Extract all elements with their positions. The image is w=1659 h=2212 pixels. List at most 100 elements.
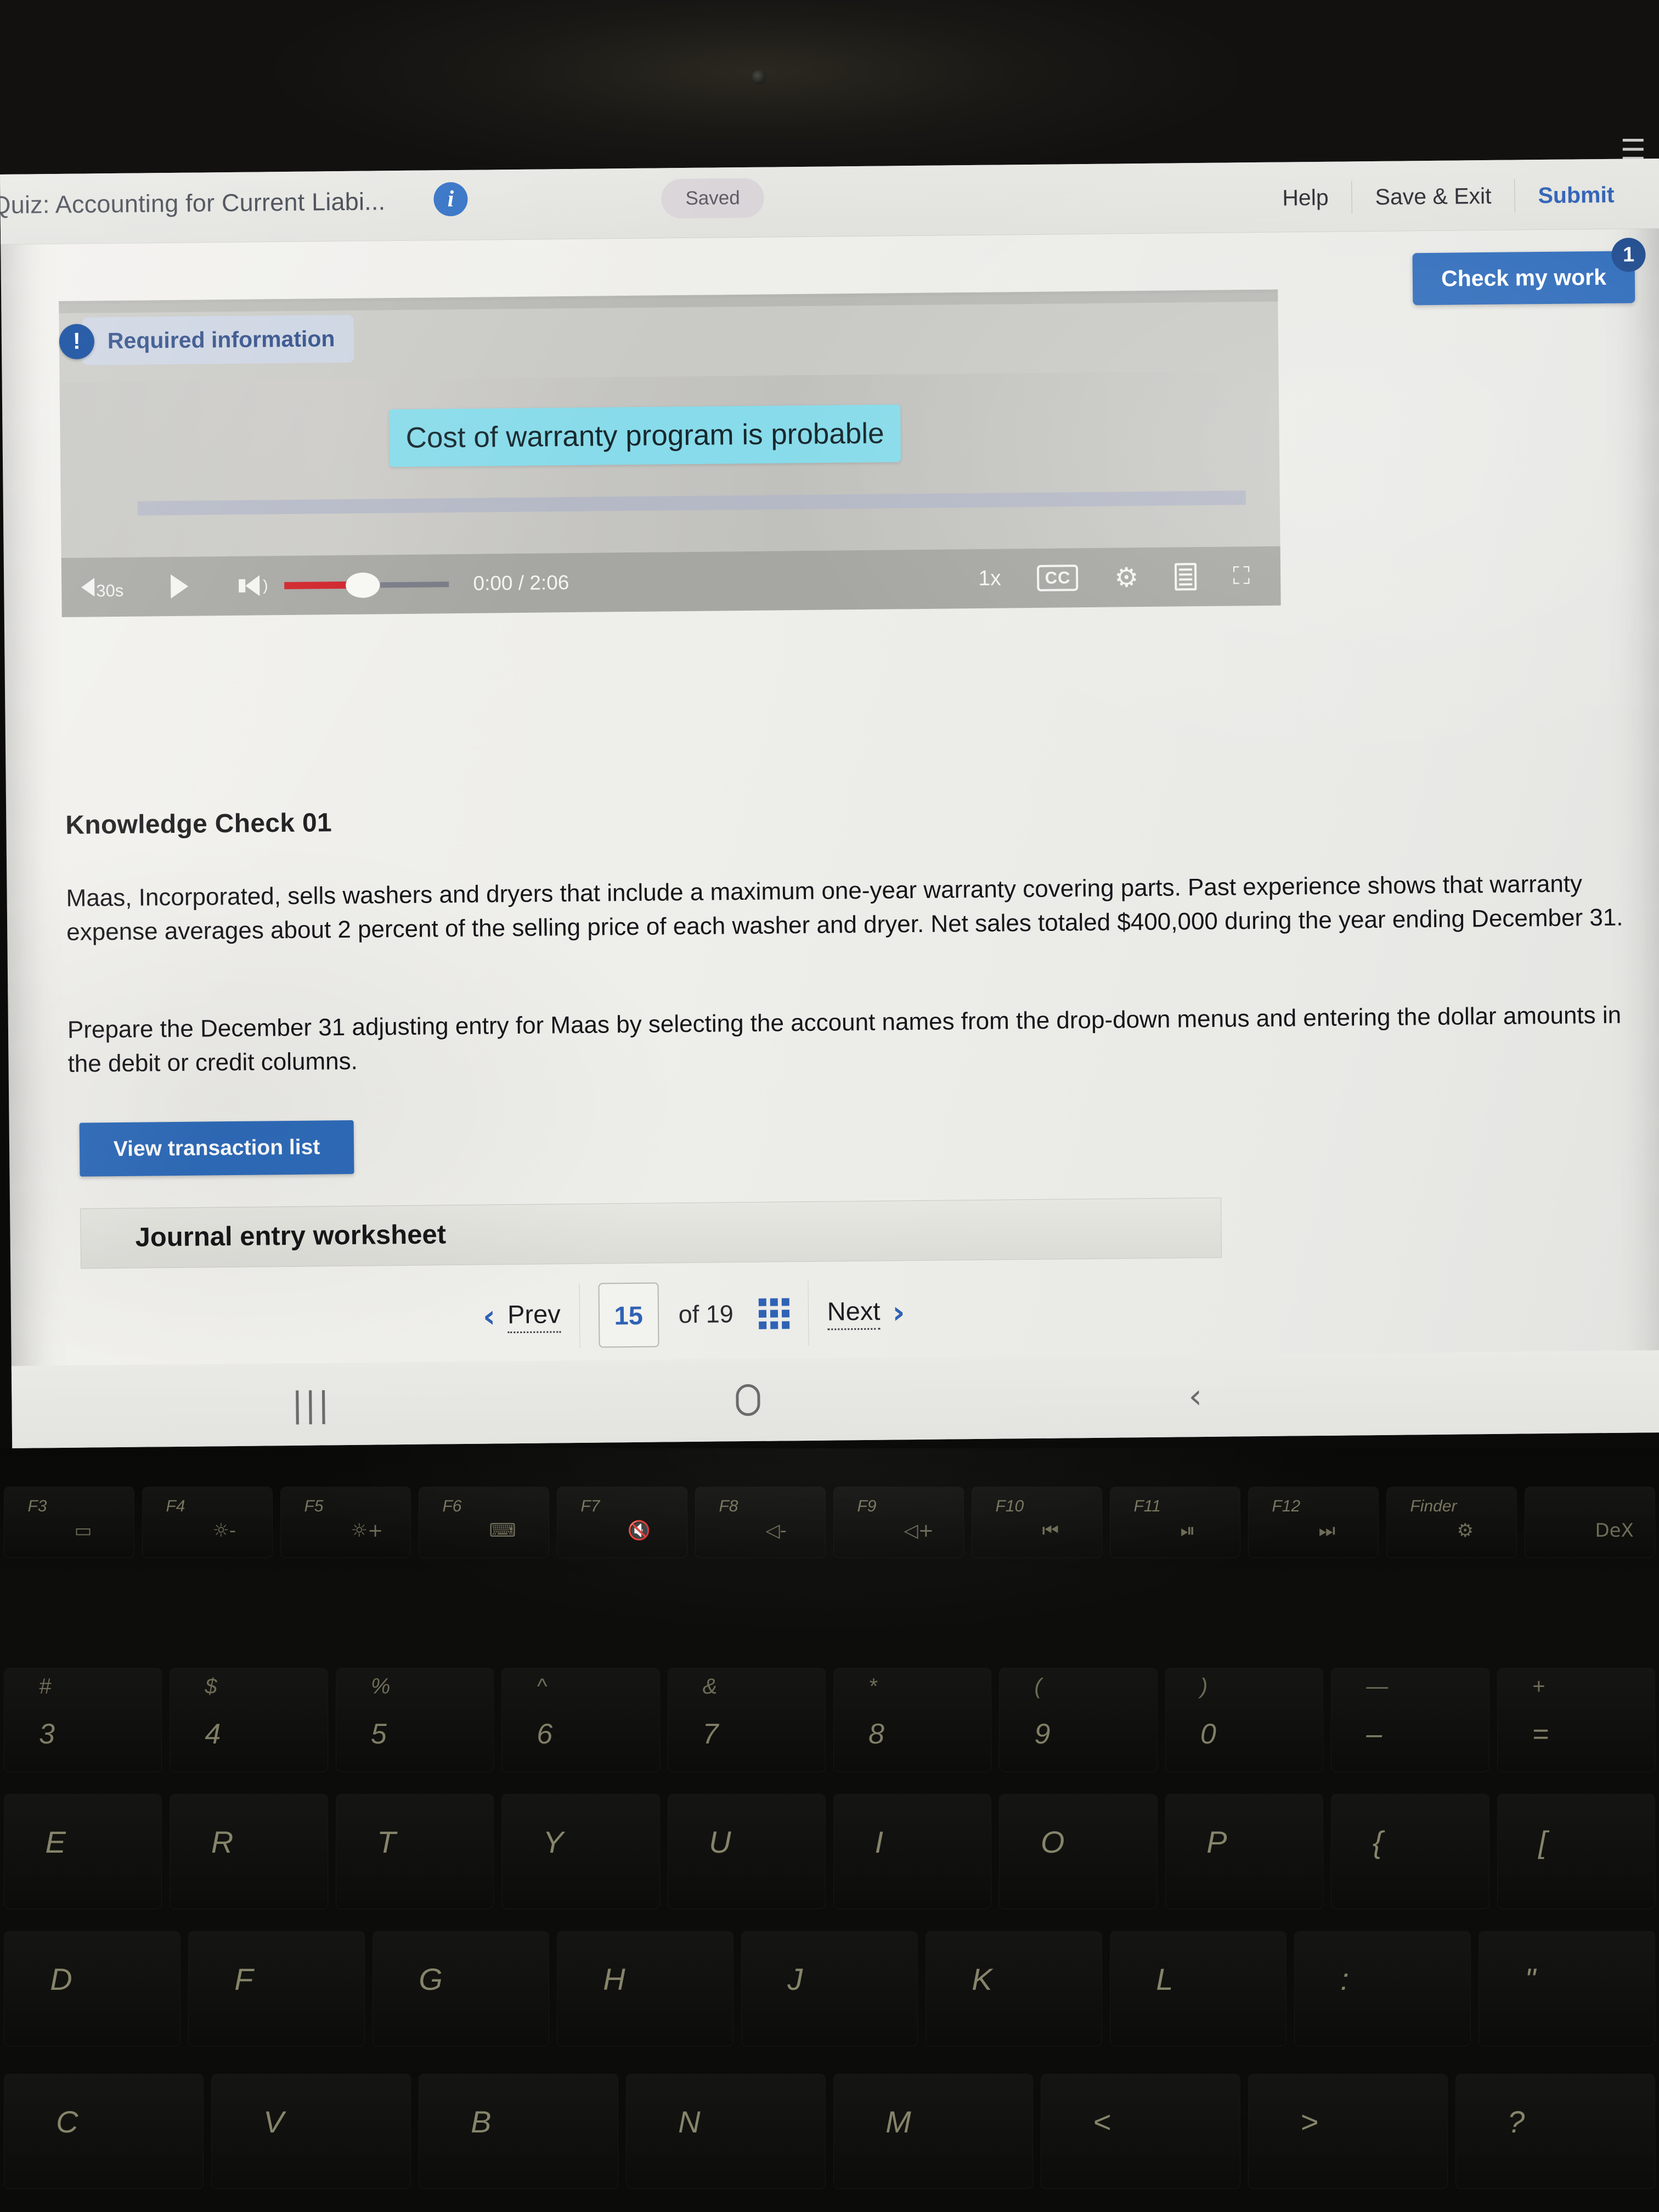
save-and-exit-button[interactable]: Save & Exit (1352, 183, 1514, 210)
key-v[interactable]: V (211, 2074, 411, 2189)
submit-button[interactable]: Submit (1515, 182, 1637, 208)
rewind-icon (81, 578, 95, 597)
key-y[interactable]: Y (501, 1794, 660, 1909)
keyboard-qwerty-row: E R T Y U I O P { [ (0, 1794, 1659, 1909)
key-u[interactable]: U (667, 1794, 826, 1909)
key-f12[interactable]: F12 ⏭ (1248, 1487, 1379, 1558)
key-shift-label: * (868, 1674, 877, 1699)
keyboard-bottom-row: C V B N M < >? (0, 2074, 1659, 2189)
key-8[interactable]: * 8 (833, 1668, 992, 1772)
key-f5[interactable]: F5 ☼+ (280, 1487, 411, 1558)
key-r[interactable]: R (170, 1794, 328, 1909)
key-main-label: " (1525, 1962, 1536, 1997)
key-t[interactable]: T (335, 1794, 494, 1909)
key-f4[interactable]: F4 ☼- (142, 1487, 273, 1558)
key-:[interactable]: : (1294, 1931, 1471, 2046)
page-number-input[interactable] (598, 1282, 659, 1348)
key-e[interactable]: E (4, 1794, 162, 1909)
key-d[interactable]: D (4, 1931, 180, 2046)
key-9[interactable]: (9 (999, 1668, 1158, 1772)
key-main-label: 7 (702, 1718, 719, 1751)
key-"[interactable]: " (1479, 1931, 1655, 2046)
key-main-label: R (211, 1825, 234, 1860)
volume-slider[interactable] (284, 572, 449, 598)
key-m[interactable]: M (833, 2074, 1033, 2189)
key-n[interactable]: N (626, 2074, 826, 2189)
grid-view-icon[interactable] (758, 1298, 790, 1329)
key-finder[interactable]: Finder ⚙ (1386, 1487, 1517, 1558)
key-main-label: ? (1508, 2104, 1525, 2140)
key-=[interactable]: + = (1497, 1668, 1656, 1772)
key-fn-label: F4 (166, 1497, 185, 1515)
key-f6[interactable]: F6 ⌨ (419, 1487, 549, 1558)
key-main-label: [ (1538, 1825, 1547, 1860)
video-progress-track[interactable] (59, 292, 1278, 313)
fullscreen-icon[interactable]: ⛶ (1233, 562, 1250, 590)
key-main-label: U (709, 1825, 731, 1860)
key-f[interactable]: F (188, 1931, 365, 2046)
key-3[interactable]: #3 (4, 1668, 162, 1772)
key-fn-icon: 🔇 (627, 1519, 651, 1542)
closed-captions-icon[interactable]: CC (1037, 565, 1079, 591)
key-f11[interactable]: F11 ⏯ (1110, 1487, 1240, 1558)
key-main-label: O (1040, 1825, 1065, 1860)
recents-icon[interactable]: ||| (291, 1384, 331, 1425)
key-main-label: N (678, 2104, 701, 2140)
key->[interactable]: > (1248, 2074, 1448, 2189)
key-[[interactable]: [ (1497, 1794, 1656, 1909)
rewind-30s-button[interactable]: 30s (81, 573, 123, 601)
key-–[interactable]: — – (1331, 1668, 1489, 1772)
key-0[interactable]: ) 0 (1165, 1668, 1324, 1772)
key-main-label: J (787, 1962, 803, 1997)
key-f3[interactable]: F3 ▭ (4, 1487, 134, 1558)
key-f10[interactable]: F10 ⏮ (972, 1487, 1102, 1558)
key-h[interactable]: H (557, 1931, 733, 2046)
key-f9[interactable]: F9 ◁+ (833, 1487, 964, 1558)
device-bezel-top (0, 0, 1659, 174)
key-fn-icon: ☼- (212, 1519, 236, 1542)
gear-icon[interactable]: ⚙ (1114, 562, 1138, 593)
key-b[interactable]: B (419, 2074, 618, 2189)
prev-button[interactable]: ‹ Prev (483, 1298, 561, 1334)
back-icon[interactable]: ‹ (1188, 1376, 1202, 1416)
key-<[interactable]: < (1041, 2074, 1240, 2189)
next-button[interactable]: Next › (827, 1295, 905, 1331)
check-my-work-button[interactable]: Check my work (1412, 251, 1635, 306)
key-{[interactable]: { (1331, 1794, 1489, 1909)
help-button[interactable]: Help (1259, 184, 1352, 211)
key-5[interactable]: % 5 (335, 1668, 494, 1772)
key-g[interactable]: G (373, 1931, 549, 2046)
app-bar-actions: Help Save & Exit Submit (1259, 177, 1638, 215)
key-?[interactable]: ? (1455, 2074, 1655, 2189)
volume-knob[interactable] (346, 572, 380, 598)
key-6[interactable]: ^ 6 (501, 1668, 660, 1772)
key-fn-label: F6 (442, 1497, 462, 1515)
key-f7[interactable]: F7 🔇 (557, 1487, 687, 1558)
key-i[interactable]: I (833, 1794, 992, 1909)
key-j[interactable]: J (741, 1931, 918, 2046)
mute-button[interactable]: ) (239, 575, 268, 596)
video-seek-bar[interactable] (137, 490, 1246, 516)
key-dex[interactable]: DeX (1525, 1487, 1655, 1558)
home-icon[interactable] (736, 1384, 760, 1417)
key-main-label: Y (543, 1825, 564, 1860)
key-fn-icon: ◁+ (904, 1519, 934, 1542)
key-p[interactable]: P (1165, 1794, 1324, 1909)
key-main-label: 4 (205, 1718, 221, 1751)
key-k[interactable]: K (926, 1931, 1102, 2046)
info-icon[interactable]: i (433, 182, 468, 217)
key-c[interactable]: C (4, 2074, 204, 2189)
page-title: Quiz: Accounting for Current Liabi... (0, 187, 386, 219)
key-l[interactable]: L (1110, 1931, 1286, 2046)
video-stage[interactable]: Cost of warranty program is probable (59, 370, 1280, 558)
key-4[interactable]: $4 (170, 1668, 328, 1772)
worksheet-pager: ‹ Prev of 19 Next › (482, 1279, 905, 1349)
play-button[interactable] (170, 574, 189, 599)
key-7[interactable]: & 7 (667, 1668, 826, 1772)
view-transaction-list-button[interactable]: View transaction list (79, 1120, 354, 1177)
key-o[interactable]: O (999, 1794, 1158, 1909)
transcript-icon[interactable] (1175, 563, 1197, 591)
key-fn-label: F10 (995, 1497, 1024, 1515)
key-f8[interactable]: F8 ◁- (695, 1487, 826, 1558)
playback-speed-button[interactable]: 1x (978, 567, 1001, 591)
